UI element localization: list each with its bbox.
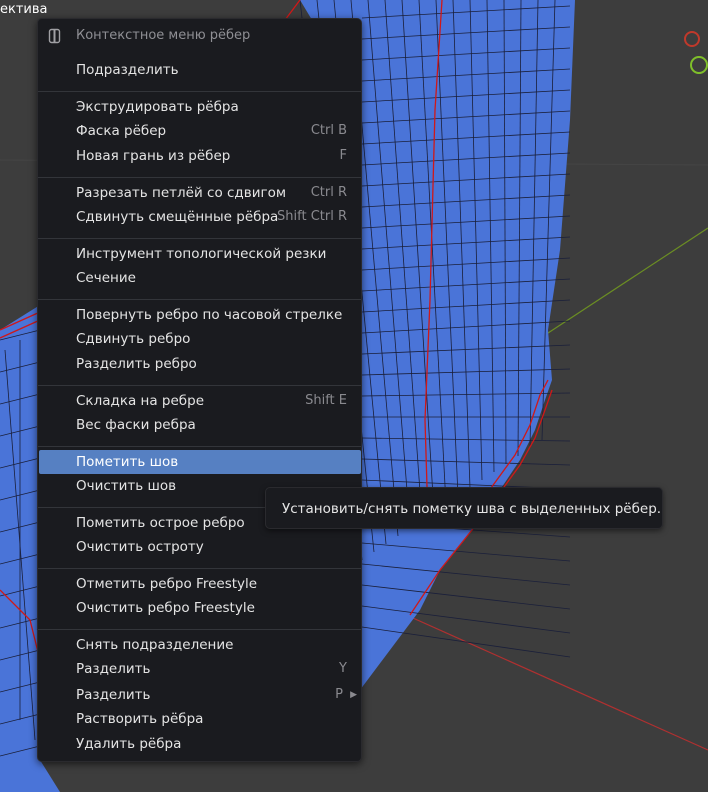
shortcut-label: F <box>339 148 347 163</box>
menu-item-label: Пометить острое ребро <box>76 515 245 531</box>
menu-item-4[interactable]: Разрезать петлёй со сдвигом Ctrl R <box>39 181 361 205</box>
menu-item-label: Складка на ребре <box>76 393 204 409</box>
menu-item-label: Разрезать петлёй со сдвигом <box>76 185 287 201</box>
menu-header: Контекстное меню рёбер <box>38 19 361 53</box>
menu-item-label: Разделить <box>76 661 151 677</box>
menu-item-label: Разделить <box>76 687 151 703</box>
y-axis-line <box>544 227 708 336</box>
menu-item-label: Отметить ребро Freestyle <box>76 576 258 592</box>
menu-item-label: Растворить рёбра <box>76 711 204 727</box>
shortcut-label: Shift Ctrl R <box>277 209 347 224</box>
menu-item-label: Инструмент топологической резки <box>76 246 327 262</box>
menu-item-label: Очистить ребро Freestyle <box>76 600 255 616</box>
menu-item-0[interactable]: Подразделить <box>39 58 361 82</box>
tooltip-text: Установить/снять пометку шва с выделенны… <box>282 501 662 517</box>
menu-separator <box>38 177 361 178</box>
menu-separator <box>38 385 361 386</box>
menu-item-label: Сдвинуть ребро <box>76 331 191 347</box>
menu-item-10[interactable]: Разделить ребро <box>39 352 361 376</box>
menu-item-22[interactable]: Растворить рёбра <box>39 707 361 731</box>
menu-item-8[interactable]: Повернуть ребро по часовой стрелке <box>39 303 361 327</box>
menu-item-3[interactable]: Новая грань из рёбер F <box>39 144 361 168</box>
menu-separator <box>38 446 361 447</box>
menu-separator <box>38 629 361 630</box>
menu-separator <box>38 91 361 92</box>
menu-separator <box>38 238 361 239</box>
viewport-label: ектива <box>0 2 48 17</box>
shortcut-label: Ctrl B <box>310 123 347 138</box>
menu-item-label: Сдвинуть смещённые рёбра <box>76 209 279 225</box>
gizmo-y-axis[interactable] <box>690 56 708 74</box>
menu-item-label: Удалить рёбра <box>76 736 182 752</box>
menu-item-label: Разделить ребро <box>76 356 197 372</box>
menu-item-label: Повернуть ребро по часовой стрелке <box>76 307 343 323</box>
edge-context-menu: Контекстное меню рёбер Подразделить Экстр… <box>37 18 362 762</box>
menu-item-label: Вес фаски ребра <box>76 417 196 433</box>
menu-item-12[interactable]: Вес фаски ребра <box>39 413 361 437</box>
menu-item-label: Новая грань из рёбер <box>76 148 231 164</box>
chevron-right-icon: ▶ <box>350 690 357 700</box>
menu-item-20[interactable]: Разделить Y <box>39 657 361 681</box>
menu-item-9[interactable]: Сдвинуть ребро <box>39 327 361 351</box>
shortcut-label: Ctrl R <box>310 185 347 200</box>
menu-item-13[interactable]: Пометить шов <box>39 450 361 474</box>
menu-item-label: Снять подразделение <box>76 637 234 653</box>
menu-item-label: Подразделить <box>76 62 179 78</box>
menu-item-23[interactable]: Удалить рёбра <box>39 732 361 756</box>
tooltip: Установить/снять пометку шва с выделенны… <box>265 487 663 529</box>
shortcut-label: Shift E <box>305 393 347 408</box>
menu-item-1[interactable]: Экструдировать рёбра <box>39 95 361 119</box>
menu-item-21[interactable]: Разделить P ▶ <box>39 683 361 707</box>
shortcut-label: P <box>335 687 343 702</box>
menu-item-label: Очистить остроту <box>76 539 204 555</box>
menu-item-7[interactable]: Сечение <box>39 266 361 290</box>
menu-item-label: Сечение <box>76 270 136 286</box>
menu-item-2[interactable]: Фаска рёбер Ctrl B <box>39 119 361 143</box>
menu-separator <box>38 299 361 300</box>
menu-title: Контекстное меню рёбер <box>76 28 251 43</box>
menu-item-label: Фаска рёбер <box>76 123 167 139</box>
menu-item-18[interactable]: Очистить ребро Freestyle <box>39 596 361 620</box>
menu-item-label: Пометить шов <box>76 454 179 470</box>
menu-item-label: Очистить шов <box>76 478 177 494</box>
menu-item-label: Экструдировать рёбра <box>76 99 239 115</box>
menu-item-19[interactable]: Снять подразделение <box>39 633 361 657</box>
menu-item-11[interactable]: Складка на ребре Shift E <box>39 389 361 413</box>
menu-item-6[interactable]: Инструмент топологической резки <box>39 242 361 266</box>
menu-separator <box>38 568 361 569</box>
menu-item-5[interactable]: Сдвинуть смещённые рёбра Shift Ctrl R <box>39 205 361 229</box>
edge-menu-icon <box>48 28 61 44</box>
menu-item-16[interactable]: Очистить остроту <box>39 535 361 559</box>
menu-item-17[interactable]: Отметить ребро Freestyle <box>39 572 361 596</box>
shortcut-label: Y <box>339 661 347 676</box>
gizmo-x-axis[interactable] <box>684 31 700 47</box>
